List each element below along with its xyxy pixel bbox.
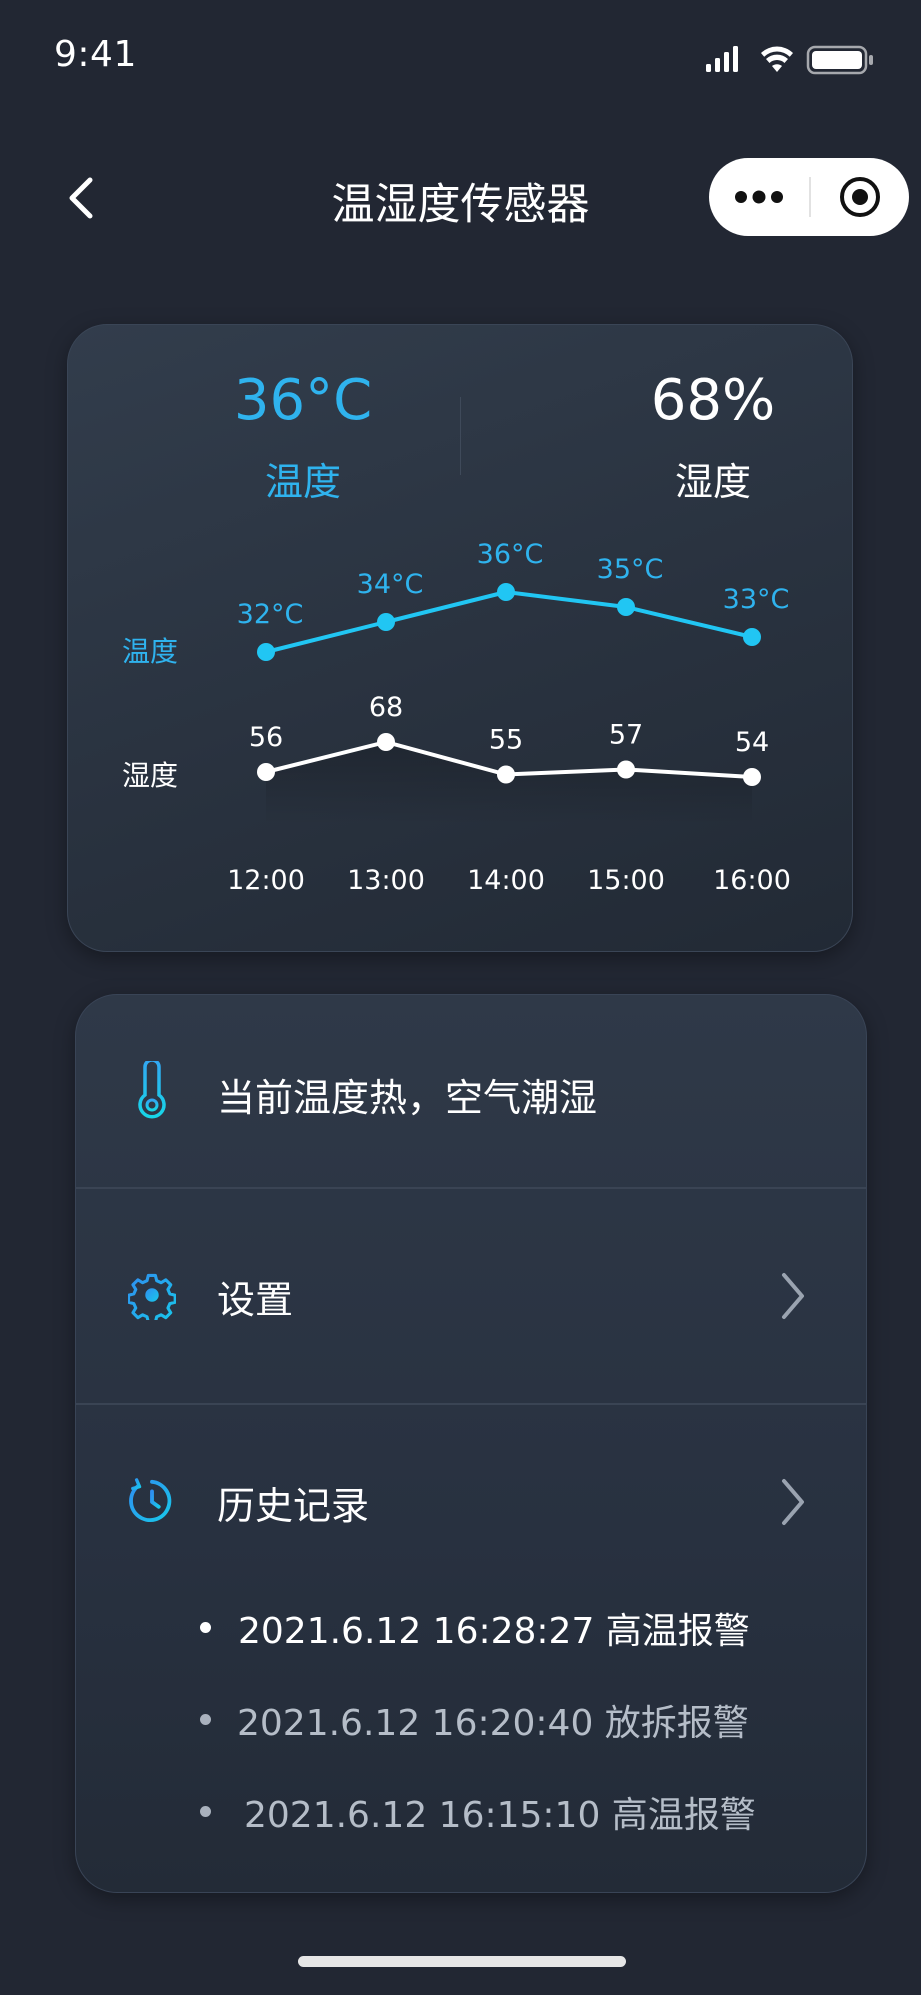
humidity-data-label: 56 bbox=[249, 722, 283, 753]
gear-icon bbox=[128, 1267, 176, 1323]
bullet-icon bbox=[200, 1622, 211, 1633]
temperature-point bbox=[377, 613, 395, 631]
more-button[interactable] bbox=[709, 158, 809, 236]
home-indicator bbox=[298, 1956, 626, 1967]
humidity-data-label: 55 bbox=[489, 725, 523, 756]
thermometer-icon bbox=[128, 1061, 176, 1119]
temperature-data-label: 33°C bbox=[723, 584, 790, 615]
history-label: 历史记录 bbox=[217, 1484, 370, 1528]
bullet-icon bbox=[200, 1714, 211, 1725]
history-item[interactable]: 2021.6.12 16:15:10 高温报警 bbox=[244, 1786, 756, 1838]
temperature-data-label: 34°C bbox=[357, 569, 424, 600]
temperature-series-line bbox=[265, 590, 753, 654]
temperature-data-label: 35°C bbox=[597, 554, 664, 585]
temperature-point bbox=[257, 643, 275, 661]
battery-icon bbox=[806, 45, 873, 75]
humidity-data-label: 68 bbox=[369, 692, 403, 723]
x-tick-label: 15:00 bbox=[587, 865, 665, 896]
history-item[interactable]: 2021.6.12 16:28:27 高温报警 bbox=[238, 1602, 750, 1654]
x-tick-label: 12:00 bbox=[227, 865, 305, 896]
history-item[interactable]: 2021.6.12 16:20:40 放拆报警 bbox=[237, 1694, 749, 1746]
status-icons bbox=[706, 45, 873, 75]
mini-program-capsule bbox=[709, 158, 909, 236]
humidity-data-label: 57 bbox=[609, 720, 643, 751]
history-clock-icon bbox=[128, 1473, 176, 1529]
signal-icon bbox=[706, 46, 738, 72]
sensor-chart-card: 36°C 温度 68% 湿度 32°C 56 12:00 34°C 68 13:00 36°… bbox=[67, 324, 853, 952]
temperature-point bbox=[497, 583, 515, 601]
x-tick-label: 14:00 bbox=[467, 865, 545, 896]
info-card: 当前温度热，空气潮湿 设置 历史记录 2021.6.12 16:28:27 高温… bbox=[75, 994, 867, 1893]
status-row: 当前温度热，空气潮湿 bbox=[76, 1035, 866, 1145]
temperature-data-label: 32°C bbox=[237, 599, 304, 630]
humidity-point bbox=[497, 765, 515, 784]
bullet-icon bbox=[200, 1806, 211, 1817]
x-tick-label: 13:00 bbox=[347, 865, 425, 896]
temperature-point bbox=[617, 598, 635, 616]
temperature-point bbox=[743, 628, 761, 646]
status-time: 9:41 bbox=[54, 34, 137, 75]
close-button[interactable] bbox=[811, 158, 909, 236]
settings-row[interactable]: 设置 bbox=[76, 1189, 866, 1403]
wifi-icon bbox=[761, 46, 793, 72]
humidity-point bbox=[257, 763, 275, 781]
status-message: 当前温度热，空气潮湿 bbox=[217, 1076, 598, 1120]
more-dots-icon bbox=[735, 190, 783, 204]
humidity-point bbox=[377, 733, 395, 751]
humidity-point bbox=[617, 760, 635, 779]
humidity-point bbox=[743, 768, 761, 786]
humidity-data-label: 54 bbox=[735, 727, 769, 758]
target-icon bbox=[840, 177, 880, 217]
x-tick-label: 16:00 bbox=[713, 865, 791, 896]
line-chart: 32°C 56 12:00 34°C 68 13:00 36°C 55 14:00 35°C 57 1… bbox=[122, 539, 791, 896]
chevron-right-icon bbox=[782, 1479, 804, 1525]
history-row[interactable]: 历史记录 bbox=[76, 1405, 866, 1595]
humidity-series-label: 湿度 bbox=[122, 759, 178, 792]
temperature-series-label: 温度 bbox=[122, 635, 178, 668]
chevron-right-icon bbox=[782, 1273, 804, 1319]
temperature-data-label: 36°C bbox=[477, 539, 544, 570]
settings-label: 设置 bbox=[217, 1278, 294, 1322]
